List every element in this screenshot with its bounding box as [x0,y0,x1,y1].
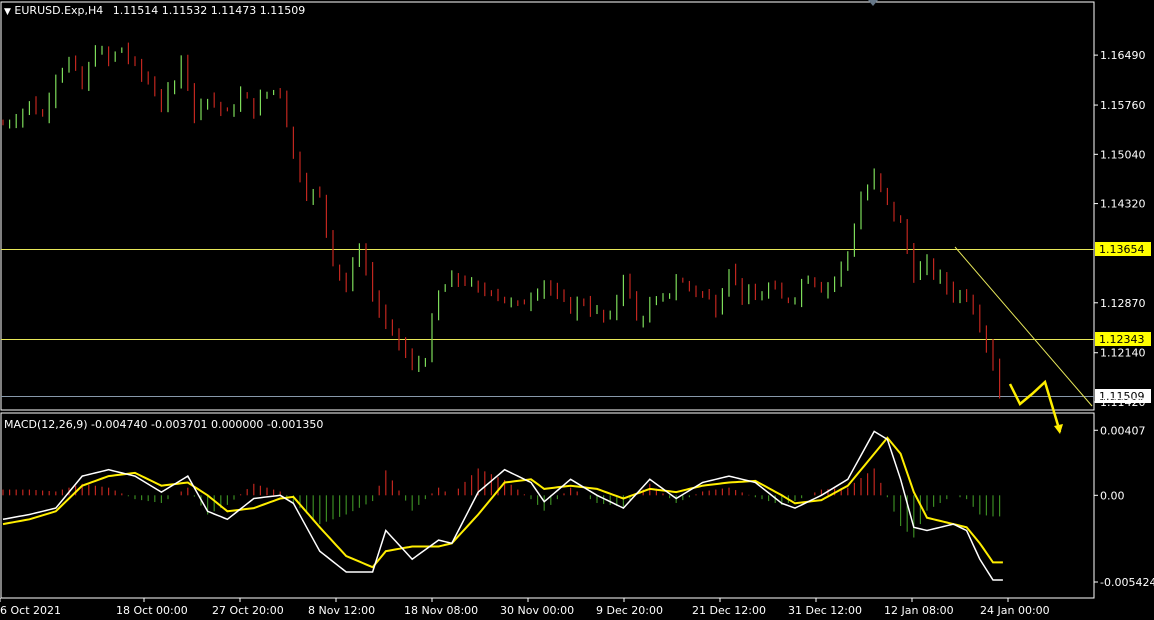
chart-frame [0,0,1095,599]
price-axis: 1.16490 1.15760 1.15040 1.14320 1.12870 1.121… [1094,49,1154,589]
price-tick-label: 1.11420 [1100,396,1146,409]
trend-line [954,246,1093,407]
level-label: 1.13654 [1099,243,1145,256]
date-label: 18 Oct 00:00 [116,604,188,617]
date-label: 27 Oct 20:00 [212,604,284,617]
price-tick-label: 1.16490 [1100,49,1146,62]
price-tick-label: 1.14320 [1100,198,1146,211]
annotations [954,246,1093,434]
macd-tick-label: 0.00407 [1100,424,1146,437]
date-label: 24 Jan 00:00 [980,604,1050,617]
date-label: 30 Nov 00:00 [500,604,574,617]
signal-line [2,436,1003,569]
macd-lines [2,430,1003,581]
date-label: 18 Nov 08:00 [404,604,478,617]
arrow-head-icon [1054,424,1063,434]
price-tick-label: 1.15040 [1100,148,1146,161]
price-tick-label: 1.12140 [1100,347,1146,360]
price-tick-label: 1.12870 [1100,297,1146,310]
macd-tick-label: 0.00 [1100,489,1125,502]
shift-marker-icon [868,0,878,6]
price-panel-border [0,1,1095,411]
price-chart-canvas[interactable]: 1.136541.123431.11509 1.164901.157601.15… [0,0,1154,620]
date-label: 31 Dec 12:00 [788,604,862,617]
macd-panel-border [0,412,1095,599]
support-resistance-levels[interactable]: 1.136541.123431.11509 [1,242,1151,403]
date-label: 6 Oct 2021 [0,604,61,617]
date-label: 8 Nov 12:00 [308,604,375,617]
date-label: 21 Dec 12:00 [692,604,766,617]
date-axis: 6 Oct 2021 18 Oct 00:00 27 Oct 20:00 8 Nov … [0,598,1050,617]
macd-histogram [2,468,1001,538]
price-tick-label: 1.15760 [1100,99,1146,112]
macd-line [2,430,1003,581]
projection-arrow [1008,379,1062,433]
date-label: 9 Dec 20:00 [596,604,663,617]
level-label: 1.12343 [1099,333,1145,346]
date-label: 12 Jan 08:00 [884,604,954,617]
macd-tick-label: -0.005424 [1100,576,1154,589]
candles [2,42,1001,399]
